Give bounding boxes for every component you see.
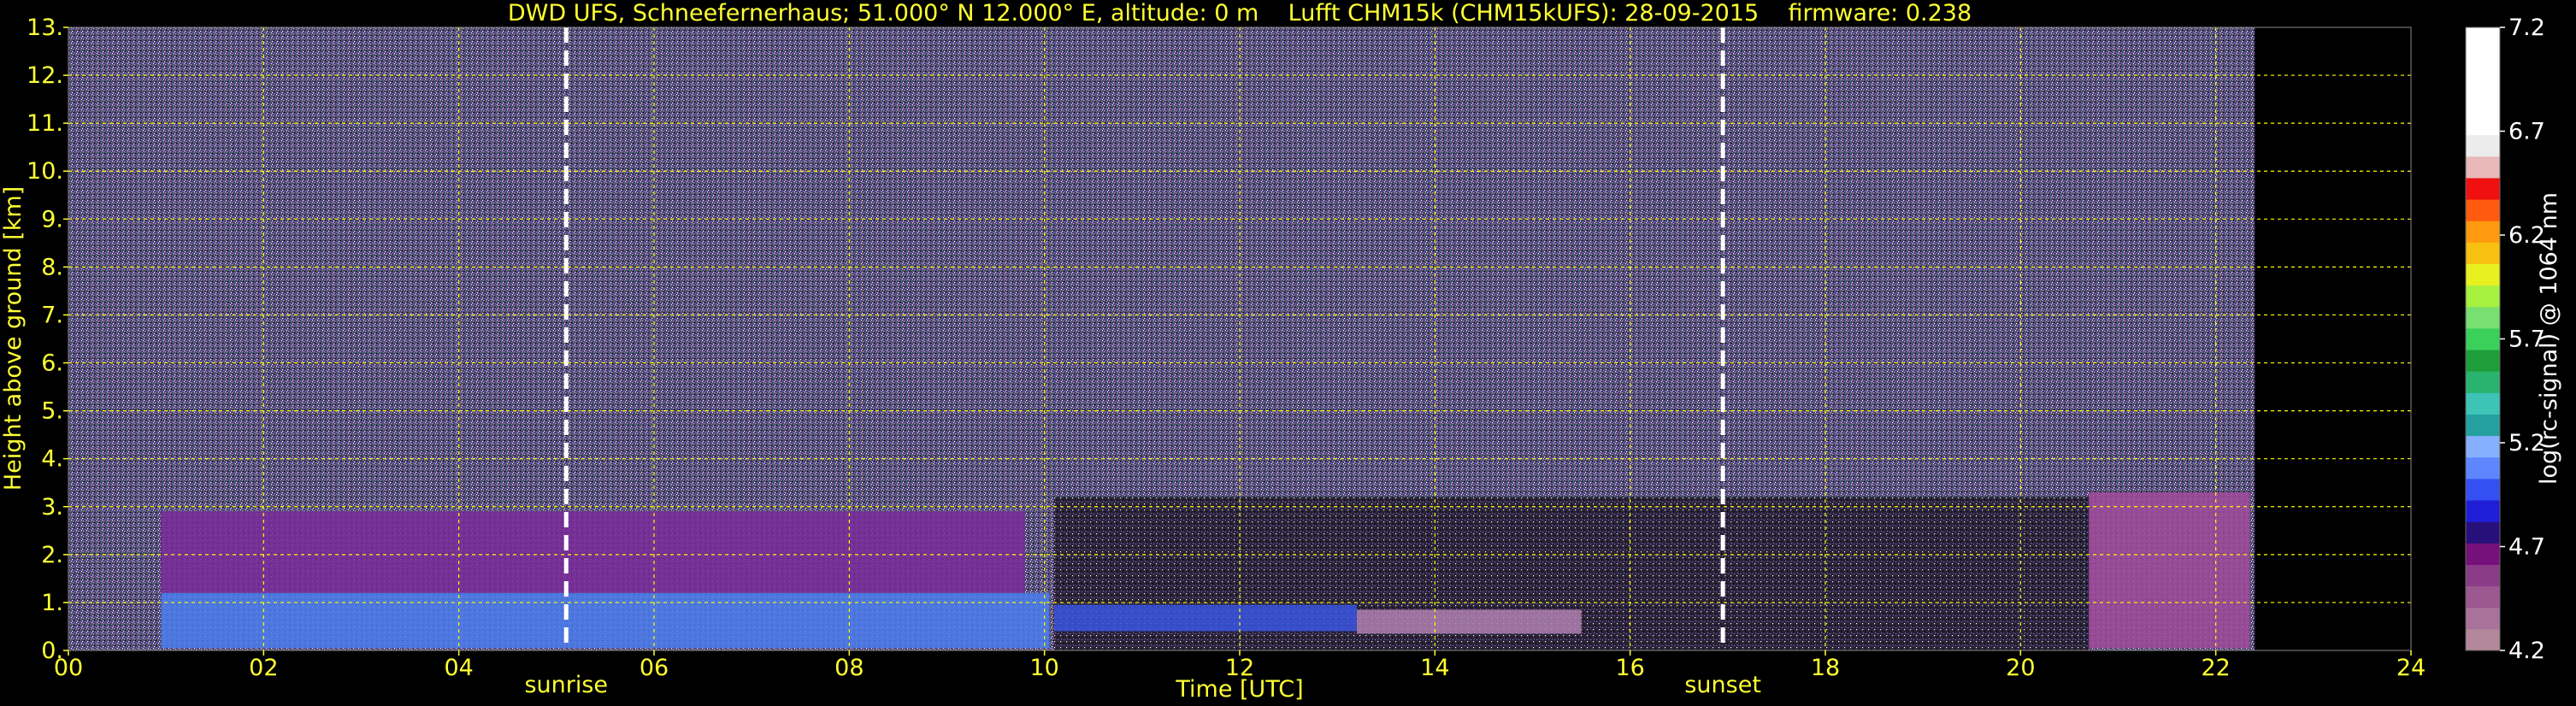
layer-pbl-fade [1357, 609, 1582, 634]
colorbar-tick-label: 6.7 [2508, 119, 2545, 145]
layer-aerosol [161, 592, 1050, 649]
colorbar-swatch [2466, 27, 2500, 50]
y-tick-label: 0. [41, 638, 63, 664]
colorbar-swatch [2466, 478, 2500, 501]
colorbar-swatch [2466, 156, 2500, 179]
colorbar-tick-label: 4.7 [2508, 534, 2545, 561]
colorbar-label: log(rc-signal) @ 1064 nm [2536, 192, 2562, 485]
colorbar-tick-label: 4.2 [2508, 638, 2545, 664]
y-tick-label: 13. [27, 15, 63, 41]
colorbar-swatch [2466, 263, 2500, 286]
colorbar-swatch [2466, 306, 2500, 329]
colorbar-swatch [2466, 607, 2500, 630]
x-tick-label: 24 [2396, 655, 2426, 681]
sunset-label: sunset [1684, 672, 1761, 698]
colorbar-swatch [2466, 49, 2500, 71]
colorbar-swatch [2466, 70, 2500, 92]
x-tick-label: 22 [2201, 655, 2230, 681]
colorbar-swatch [2466, 221, 2500, 243]
layer-pbl [1054, 604, 1357, 632]
x-tick-label: 04 [444, 655, 473, 681]
x-tick-label: 16 [1615, 655, 1644, 681]
x-axis-label: Time [UTC] [1175, 676, 1303, 703]
colorbar-swatch [2466, 134, 2500, 157]
x-tick-label: 20 [2006, 655, 2035, 681]
colorbar-swatch [2466, 350, 2500, 372]
colorbar-tick-label: 7.2 [2508, 15, 2545, 41]
colorbar-swatch [2466, 435, 2500, 458]
y-tick-label: 11. [27, 110, 63, 137]
colorbar-swatch [2466, 199, 2500, 221]
y-tick-label: 3. [41, 494, 63, 521]
y-tick-label: 10. [27, 158, 63, 185]
colorbar-swatch [2466, 392, 2500, 415]
colorbar-swatch [2466, 521, 2500, 544]
y-tick-label: 5. [41, 398, 63, 425]
y-tick-label: 7. [41, 302, 63, 328]
colorbar-swatch [2466, 500, 2500, 522]
sunrise-label: sunrise [524, 672, 608, 698]
colorbar-swatch [2466, 113, 2500, 136]
colorbar-swatch [2466, 285, 2500, 308]
colorbar-swatch [2466, 628, 2500, 651]
y-tick-label: 12. [27, 62, 63, 89]
x-tick-label: 06 [640, 655, 669, 681]
layer-night [2089, 491, 2250, 649]
x-tick-label: 18 [1811, 655, 1840, 681]
y-tick-label: 1. [41, 590, 63, 616]
colorbar-swatch [2466, 91, 2500, 115]
y-tick-label: 6. [41, 350, 63, 377]
colorbar-swatch [2466, 242, 2500, 265]
x-tick-label: 02 [249, 655, 278, 681]
colorbar-swatch [2466, 177, 2500, 200]
colorbar-swatch [2466, 327, 2500, 350]
colorbar-swatch [2466, 564, 2500, 587]
x-tick-label: 08 [834, 655, 864, 681]
y-axis-label: Height above ground [km] [0, 186, 27, 491]
x-tick-label: 10 [1029, 655, 1058, 681]
chart-title: DWD UFS, Schneefernerhaus; 51.000° N 12.… [508, 0, 1972, 26]
ceilometer-chart: sunrise sunset 00 02 04 06 08 10 12 14 16 18 20 22 24… [0, 0, 2562, 703]
colorbar-swatch [2466, 543, 2500, 565]
y-tick-label: 4. [41, 446, 63, 473]
y-tick-label: 2. [41, 542, 63, 568]
y-tick-label: 8. [41, 254, 63, 280]
colorbar-swatch [2466, 414, 2500, 437]
y-tick-label: 9. [41, 206, 63, 232]
colorbar-swatch [2466, 585, 2500, 609]
layer-residual [161, 511, 1025, 593]
colorbar-swatch [2466, 371, 2500, 393]
colorbar-swatch [2466, 456, 2500, 479]
x-tick-label: 14 [1420, 655, 1449, 681]
